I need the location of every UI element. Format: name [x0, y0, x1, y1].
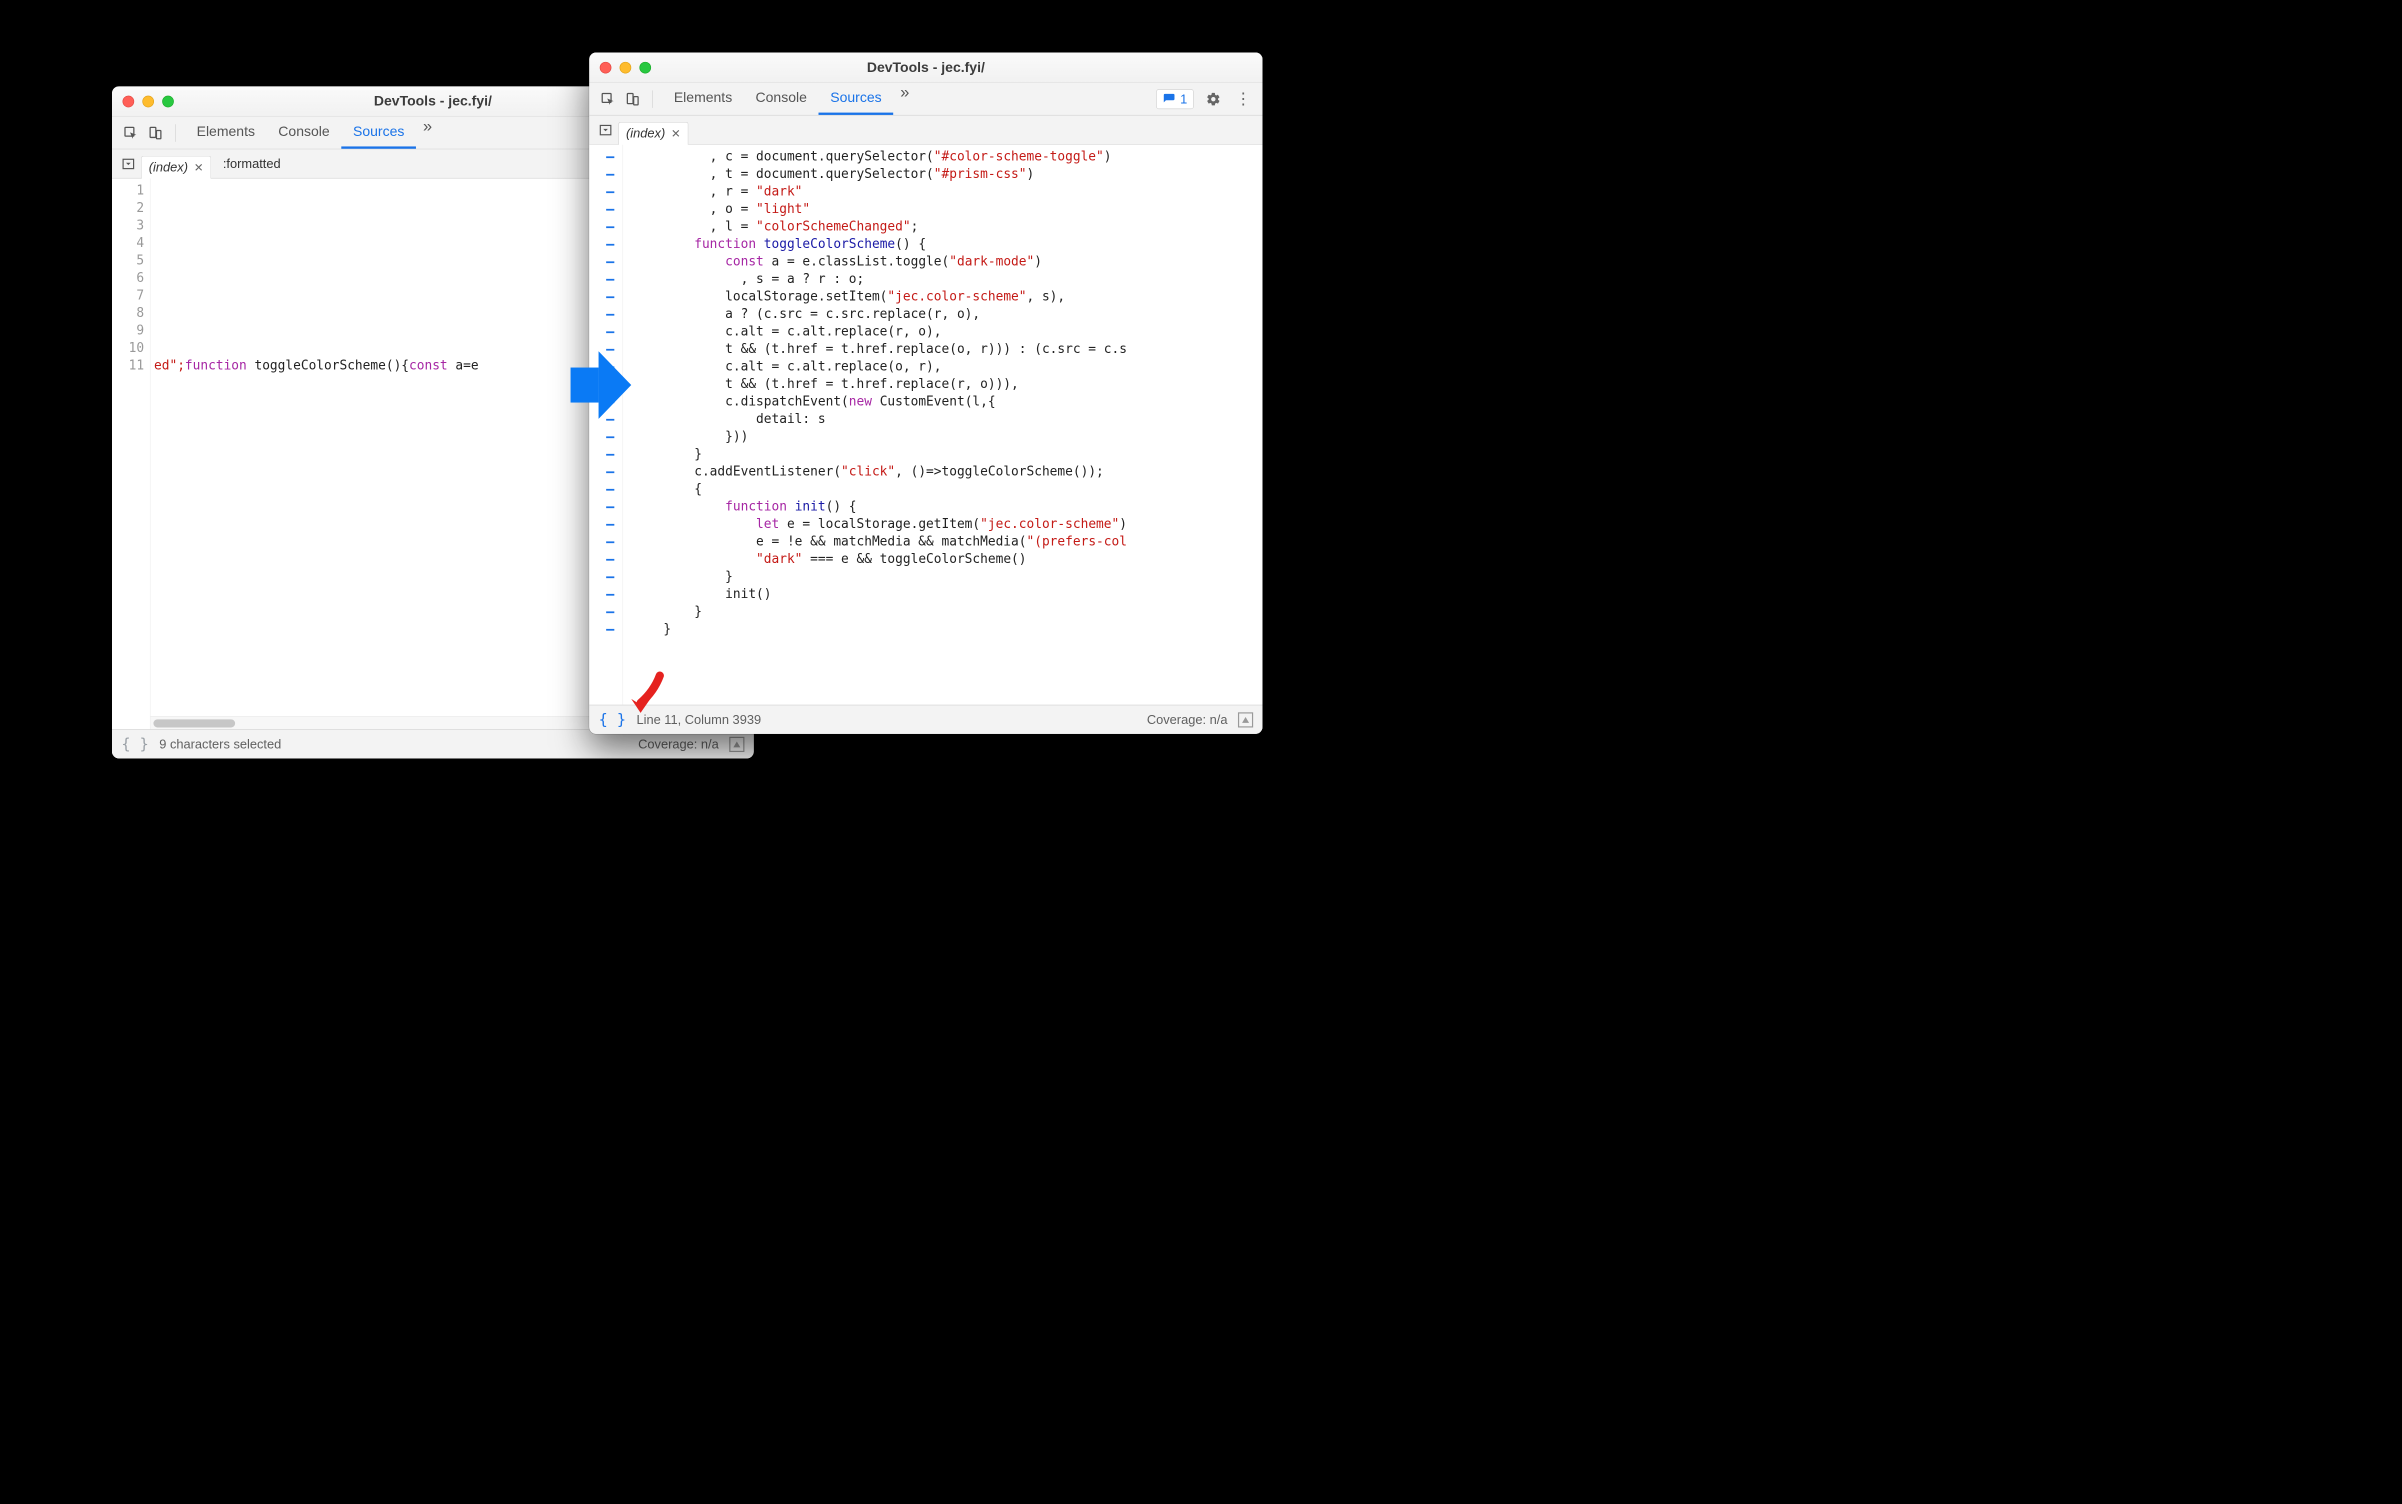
tab-elements[interactable]: Elements: [662, 83, 744, 115]
pretty-print-icon[interactable]: { }: [121, 735, 148, 753]
tab-sources[interactable]: Sources: [819, 83, 894, 115]
tab-sources[interactable]: Sources: [341, 117, 416, 149]
pretty-print-icon[interactable]: { }: [599, 711, 626, 729]
tab-console[interactable]: Console: [267, 117, 342, 149]
code-editor[interactable]: , c = document.querySelector("#color-sch…: [589, 145, 1262, 705]
file-tab-formatted[interactable]: :formatted: [214, 156, 290, 171]
tabs-overflow-icon[interactable]: »: [416, 117, 439, 149]
file-tab-index[interactable]: (index) ✕: [618, 122, 688, 145]
status-selection: 9 characters selected: [159, 737, 281, 752]
navigator-toggle-icon[interactable]: [595, 119, 616, 140]
issues-count: 1: [1180, 91, 1187, 106]
device-toolbar-icon[interactable]: [145, 122, 166, 143]
devtools-toolbar: Elements Console Sources » 1 ⋮: [589, 83, 1262, 116]
settings-icon[interactable]: [1203, 88, 1224, 109]
close-tab-icon[interactable]: ✕: [194, 160, 204, 175]
fold-gutter[interactable]: [589, 145, 623, 705]
inspect-element-icon[interactable]: [120, 122, 141, 143]
issues-icon: [1163, 92, 1176, 105]
maximize-window-dot[interactable]: [162, 95, 174, 107]
titlebar: DevTools - jec.fyi/: [589, 53, 1262, 83]
status-coverage: Coverage: n/a: [638, 737, 719, 752]
collapse-panel-icon[interactable]: [729, 737, 744, 752]
code-area[interactable]: , c = document.querySelector("#color-sch…: [623, 145, 1262, 705]
file-tab-index[interactable]: (index) ✕: [141, 155, 211, 178]
scrollbar-thumb[interactable]: [153, 719, 235, 727]
tab-elements[interactable]: Elements: [185, 117, 267, 149]
sources-file-tabs: (index) ✕: [589, 116, 1262, 145]
file-tab-label: (index): [149, 160, 188, 175]
issues-chip[interactable]: 1: [1156, 89, 1193, 109]
minimize-window-dot[interactable]: [142, 95, 154, 107]
close-tab-icon[interactable]: ✕: [671, 126, 681, 141]
minimize-window-dot[interactable]: [620, 62, 632, 74]
more-menu-icon[interactable]: ⋮: [1233, 88, 1254, 109]
device-toolbar-icon[interactable]: [622, 88, 643, 109]
window-title: DevTools - jec.fyi/: [589, 59, 1262, 75]
maximize-window-dot[interactable]: [639, 62, 651, 74]
close-window-dot[interactable]: [600, 62, 612, 74]
line-number-gutter: 1234567891011: [112, 179, 151, 759]
status-bar: { } Line 11, Column 3939 Coverage: n/a: [589, 705, 1262, 734]
collapse-panel-icon[interactable]: [1238, 712, 1253, 727]
status-coverage: Coverage: n/a: [1147, 712, 1228, 727]
close-window-dot[interactable]: [123, 95, 135, 107]
tabs-overflow-icon[interactable]: »: [893, 83, 916, 115]
navigator-toggle-icon[interactable]: [118, 153, 139, 174]
annotation-arrow-red-icon: [628, 671, 669, 718]
file-tab-label: (index): [626, 126, 665, 141]
inspect-element-icon[interactable]: [597, 88, 618, 109]
tab-console[interactable]: Console: [744, 83, 819, 115]
